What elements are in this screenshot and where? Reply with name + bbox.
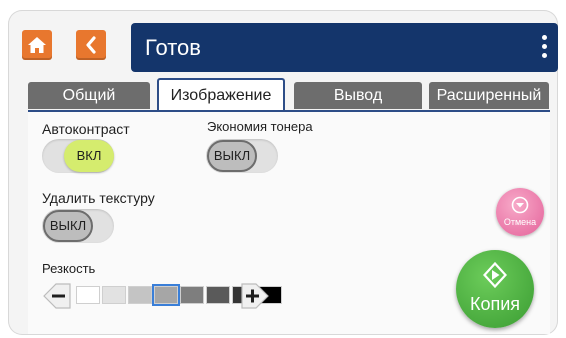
remove-texture-state: ВЫКЛ	[43, 210, 93, 242]
tab-bar: Общий Изображение Вывод Расширенный	[28, 78, 552, 113]
copy-label: Копия	[469, 294, 521, 314]
tab-general[interactable]: Общий	[28, 82, 150, 109]
sharpness-level-5[interactable]	[180, 286, 204, 304]
start-diamond-icon	[483, 262, 507, 288]
sharpness-level-4[interactable]	[152, 284, 180, 306]
autocontrast-toggle[interactable]: ВКЛ	[42, 139, 114, 173]
sharpness-level-3[interactable]	[128, 286, 152, 304]
tab-advanced[interactable]: Расширенный	[429, 82, 549, 109]
chevron-left-icon	[86, 36, 96, 54]
title-bar: Готов	[131, 23, 558, 72]
sharpness-level-1[interactable]	[76, 286, 100, 304]
sharpness-decrease-button[interactable]	[42, 282, 72, 315]
home-icon	[28, 37, 46, 53]
toner-saving-toggle[interactable]: ВЫКЛ	[206, 139, 278, 173]
copy-start-button[interactable]: Копия	[456, 250, 534, 328]
cancel-label: Отмена	[503, 217, 537, 227]
cancel-button[interactable]: Отмена	[496, 188, 544, 236]
minus-arrow-icon	[43, 283, 71, 309]
remove-texture-label: Удалить текстуру	[42, 190, 155, 206]
remove-texture-toggle[interactable]: ВЫКЛ	[42, 209, 114, 243]
sharpness-level-2[interactable]	[102, 286, 126, 304]
toner-saving-state: ВЫКЛ	[207, 140, 257, 172]
more-menu-icon[interactable]	[542, 35, 548, 59]
sharpness-level-6[interactable]	[206, 286, 230, 304]
stop-down-icon	[511, 196, 529, 214]
status-title: Готов	[145, 35, 201, 60]
sharpness-increase-button[interactable]	[240, 282, 270, 315]
sharpness-label: Резкость	[42, 261, 96, 276]
tab-output[interactable]: Вывод	[294, 82, 422, 109]
autocontrast-state: ВКЛ	[64, 140, 114, 172]
tab-image[interactable]: Изображение	[157, 78, 285, 113]
toner-saving-label: Экономия тонера	[207, 119, 313, 134]
autocontrast-label: Автоконтраст	[42, 121, 130, 137]
home-button[interactable]	[22, 30, 52, 60]
plus-arrow-icon	[241, 283, 269, 309]
back-button[interactable]	[76, 30, 106, 60]
